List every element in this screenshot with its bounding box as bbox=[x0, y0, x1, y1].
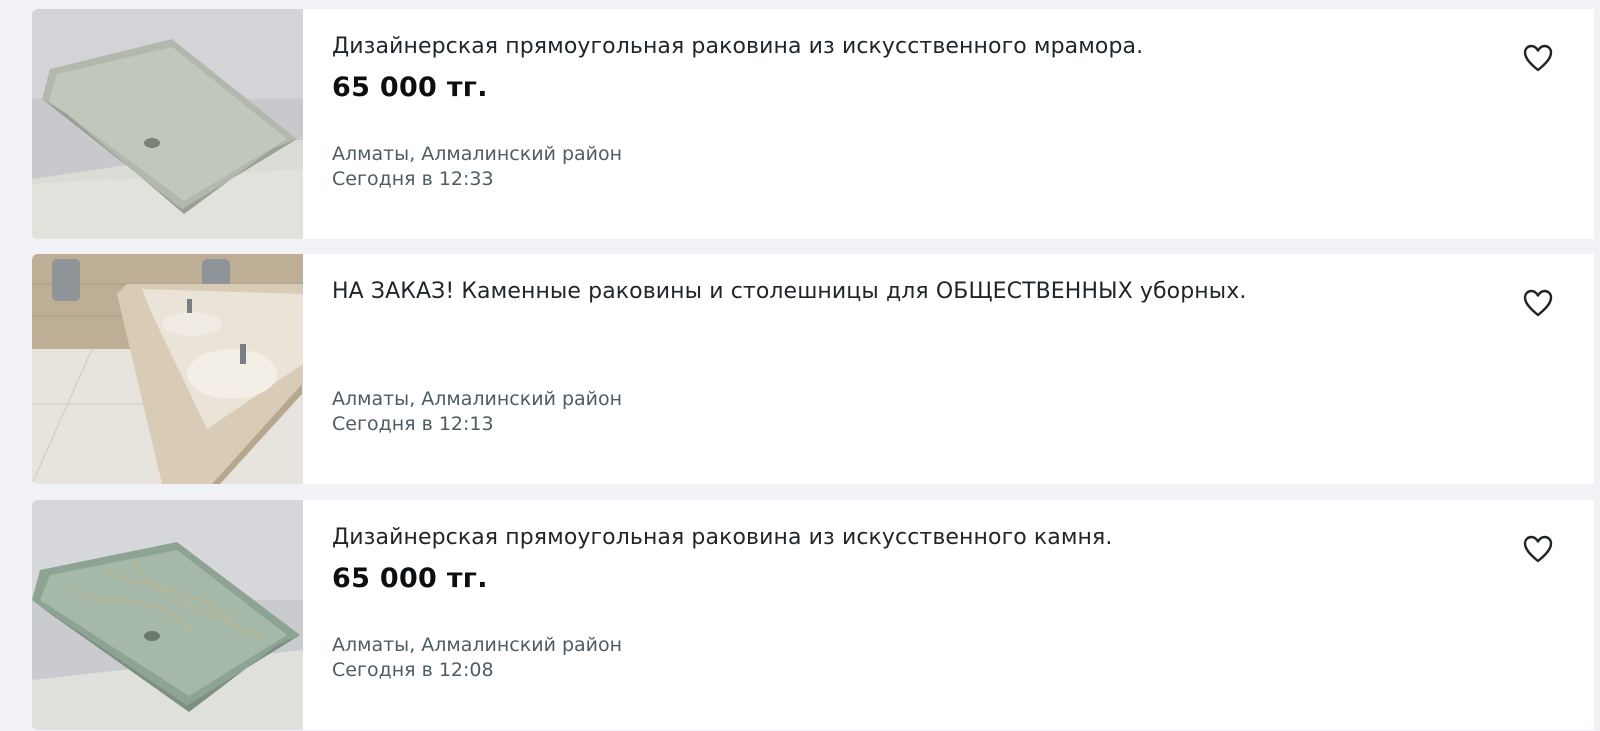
heart-icon[interactable] bbox=[1522, 43, 1554, 73]
heart-icon[interactable] bbox=[1522, 288, 1554, 318]
listing-card[interactable]: НА ЗАКАЗ! Каменные раковины и столешницы… bbox=[32, 254, 1594, 484]
listing-location: Алматы, Алмалинский район bbox=[332, 634, 623, 656]
listing-title[interactable]: Дизайнерская прямоугольная раковина из и… bbox=[332, 525, 1112, 550]
listing-price: 65 000 тг. bbox=[332, 563, 488, 594]
listing-title[interactable]: Дизайнерская прямоугольная раковина из и… bbox=[332, 34, 1143, 59]
listing-price: 65 000 тг. bbox=[332, 72, 488, 103]
listing-photo[interactable] bbox=[32, 9, 303, 239]
listing-date: Сегодня в 12:13 bbox=[332, 413, 494, 435]
sink-photo-public-restroom bbox=[32, 254, 303, 484]
listing-location: Алматы, Алмалинский район bbox=[332, 143, 623, 165]
listing-date: Сегодня в 12:33 bbox=[332, 168, 494, 190]
heart-icon[interactable] bbox=[1522, 534, 1554, 564]
listing-photo[interactable] bbox=[32, 500, 303, 730]
sink-photo-stone bbox=[32, 500, 303, 730]
listing-location: Алматы, Алмалинский район bbox=[332, 388, 623, 410]
listing-photo[interactable] bbox=[32, 254, 303, 484]
sink-photo-marble bbox=[32, 9, 303, 239]
listing-card[interactable]: Дизайнерская прямоугольная раковина из и… bbox=[32, 500, 1594, 730]
listing-date: Сегодня в 12:08 bbox=[332, 659, 494, 681]
listing-title[interactable]: НА ЗАКАЗ! Каменные раковины и столешницы… bbox=[332, 279, 1246, 304]
listing-card[interactable]: Дизайнерская прямоугольная раковина из и… bbox=[32, 9, 1594, 239]
